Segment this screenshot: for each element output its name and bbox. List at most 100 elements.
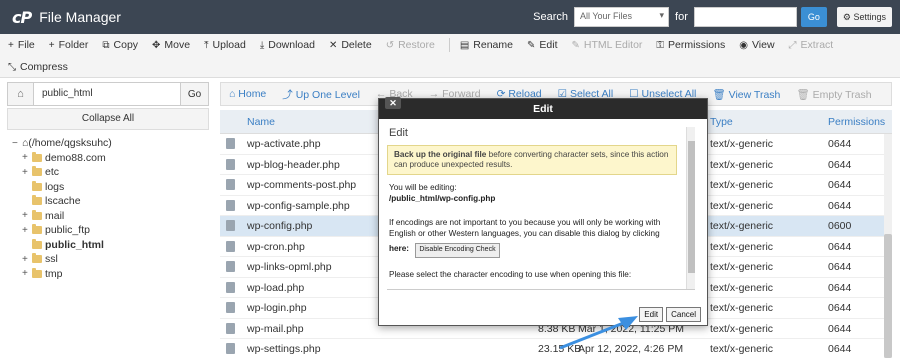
toolbar-delete-button[interactable]: ✕ Delete bbox=[329, 39, 372, 51]
cell-perms: 0644 bbox=[828, 343, 852, 355]
nav-view-trash-button[interactable]: 🗑 View Trash bbox=[712, 88, 780, 101]
encoding-note: If encodings are not important to you be… bbox=[389, 218, 661, 238]
cpanel-logo[interactable]: cP bbox=[12, 8, 32, 27]
pointer-arrow-icon bbox=[559, 316, 638, 350]
cell-name[interactable]: wp-config.php bbox=[247, 220, 312, 232]
file-icon bbox=[226, 199, 235, 211]
expand-toggle-icon[interactable]: + bbox=[22, 152, 32, 163]
tree-item-public-ftp[interactable]: + public_ftp bbox=[12, 223, 112, 238]
eye-icon: ◉ bbox=[739, 39, 748, 51]
path-go-button[interactable]: Go bbox=[180, 83, 208, 105]
nav-label: Empty Trash bbox=[812, 88, 872, 101]
cell-name[interactable]: wp-blog-header.php bbox=[247, 159, 340, 171]
upload-icon: ⤒ bbox=[204, 39, 209, 51]
expand-toggle-icon[interactable]: + bbox=[22, 254, 32, 265]
collapse-all-button[interactable]: Collapse All bbox=[7, 108, 209, 130]
cell-name[interactable]: wp-cron.php bbox=[247, 241, 305, 253]
scroll-thumb[interactable] bbox=[884, 234, 892, 358]
nav-up-one-level-button[interactable]: ⤴ Up One Level bbox=[282, 87, 360, 102]
toolbar-label: Extract bbox=[800, 39, 834, 51]
cell-name[interactable]: wp-login.php bbox=[247, 302, 307, 314]
table-row[interactable]: wp-settings.php 23.15 KB Apr 12, 2022, 4:2… bbox=[220, 339, 884, 358]
top-bar: cP File Manager Search All Your Files fo… bbox=[0, 0, 900, 34]
cell-name[interactable]: wp-load.php bbox=[247, 282, 304, 294]
column-permissions[interactable]: Permissions bbox=[828, 116, 885, 128]
tree-item-mail[interactable]: + mail bbox=[12, 209, 112, 224]
dialog-scrollbar[interactable] bbox=[686, 127, 695, 289]
expand-toggle-icon[interactable]: − bbox=[12, 138, 22, 149]
toolbar-move-button[interactable]: ✥ Move bbox=[152, 39, 190, 51]
tree-item-public-html[interactable]: public_html bbox=[12, 238, 112, 253]
column-type[interactable]: Type bbox=[710, 116, 733, 128]
cell-name[interactable]: wp-settings.php bbox=[247, 343, 321, 355]
tree-item-label: etc bbox=[45, 166, 60, 179]
path-input[interactable]: public_html bbox=[34, 83, 180, 105]
toolbar-label: Restore bbox=[398, 39, 435, 51]
toolbar-edit-button[interactable]: ✎ Edit bbox=[527, 39, 557, 51]
toolbar-html-editor-button[interactable]: ✎ HTML Editor bbox=[571, 39, 642, 51]
dialog-scroll-thumb[interactable] bbox=[688, 141, 695, 273]
disable-encoding-check-button[interactable]: Disable Encoding Check bbox=[415, 243, 500, 258]
file-icon bbox=[226, 220, 235, 231]
tree-item-logs[interactable]: logs bbox=[12, 180, 112, 195]
dialog-header: ✕ Edit bbox=[379, 97, 707, 119]
search-area: Search All Your Files for Go ⚙ Settings bbox=[533, 7, 892, 27]
tree-item-home-qgsksuhc[interactable]: − ⌂ (/home/qgsksuhc) bbox=[12, 136, 112, 151]
expand-toggle-icon[interactable]: + bbox=[22, 225, 32, 236]
directory-sidebar: ⌂ public_html Go Collapse All − ⌂ (/home/q… bbox=[0, 78, 216, 358]
tree-item-lscache[interactable]: lscache bbox=[12, 194, 112, 209]
toolbar-compress-button[interactable]: ⤡ Compress bbox=[8, 61, 68, 73]
cell-name[interactable]: wp-links-opml.php bbox=[247, 261, 332, 273]
cell-name[interactable]: wp-config-sample.php bbox=[247, 200, 350, 212]
tree-item-ssl[interactable]: + ssl bbox=[12, 252, 112, 267]
settings-button[interactable]: ⚙ Settings bbox=[836, 7, 892, 27]
nav-home-button[interactable]: ⌂ Home bbox=[229, 88, 266, 100]
folder-icon bbox=[32, 224, 42, 235]
cancel-button[interactable]: Cancel bbox=[666, 307, 701, 322]
search-scope-select[interactable]: All Your Files bbox=[574, 7, 670, 27]
edit-dialog: ✕ Edit Edit Back up the original file be… bbox=[378, 97, 708, 326]
nav-empty-trash-button[interactable]: 🗑 Empty Trash bbox=[796, 88, 871, 101]
toolbar-extract-button[interactable]: ⤢ Extract bbox=[789, 39, 834, 51]
expand-toggle-icon[interactable]: + bbox=[22, 167, 32, 178]
home-icon[interactable]: ⌂ bbox=[8, 83, 34, 105]
nav-label: Home bbox=[238, 88, 267, 100]
cell-type: text/x-generic bbox=[710, 138, 774, 150]
search-go-button[interactable]: Go bbox=[800, 7, 827, 27]
tree-item-etc[interactable]: + etc bbox=[12, 165, 112, 180]
cell-perms: 0644 bbox=[828, 179, 852, 191]
close-icon[interactable]: ✕ bbox=[385, 97, 401, 109]
expand-toggle-icon[interactable]: + bbox=[22, 210, 32, 221]
cell-name[interactable]: wp-activate.php bbox=[247, 138, 321, 150]
cell-name[interactable]: wp-mail.php bbox=[247, 323, 304, 335]
tree-item-label: logs bbox=[45, 180, 65, 193]
cell-type: text/x-generic bbox=[710, 261, 774, 273]
toolbar-rename-button[interactable]: ▤ Rename bbox=[460, 39, 513, 51]
gear-icon: ⚙ bbox=[842, 12, 851, 22]
expand-toggle-icon[interactable]: + bbox=[22, 268, 32, 279]
toolbar-label: Delete bbox=[341, 39, 372, 51]
toolbar-folder-button[interactable]: + Folder bbox=[49, 39, 89, 51]
cell-perms: 0644 bbox=[828, 322, 852, 335]
toolbar-view-button[interactable]: ◉ View bbox=[739, 39, 774, 51]
tree-item-demo88-com[interactable]: + demo88.com bbox=[12, 151, 112, 166]
toolbar-copy-button[interactable]: ⧉ Copy bbox=[102, 39, 138, 51]
toolbar-file-button[interactable]: + File bbox=[8, 39, 35, 51]
cell-name[interactable]: wp-comments-post.php bbox=[247, 179, 356, 191]
toolbar-download-button[interactable]: ⤓ Download bbox=[260, 39, 315, 51]
warning-emphasis: Back up the original file bbox=[394, 150, 487, 159]
empty-trash-icon: 🗑 bbox=[796, 88, 813, 101]
toolbar-upload-button[interactable]: ⤒ Upload bbox=[204, 39, 246, 51]
file-toolbar: + File + Folder ⧉ Copy ✥ Move ⤒ Upload ⤓ Download ✕ D… bbox=[0, 34, 900, 78]
folder-icon bbox=[32, 253, 42, 264]
file-list-scrollbar[interactable] bbox=[884, 134, 892, 358]
cell-perms: 0644 bbox=[828, 199, 852, 212]
column-name[interactable]: Name bbox=[247, 116, 275, 128]
tree-item-tmp[interactable]: + tmp bbox=[12, 267, 112, 282]
toolbar-restore-button[interactable]: ↺ Restore bbox=[386, 39, 435, 51]
cell-type: text/x-generic bbox=[710, 302, 774, 314]
tree-item-label: public_ftp bbox=[45, 224, 90, 237]
search-input[interactable] bbox=[693, 7, 797, 27]
toolbar-permissions-button[interactable]: ⚿ Permissions bbox=[656, 39, 725, 51]
folder-icon bbox=[32, 180, 42, 191]
